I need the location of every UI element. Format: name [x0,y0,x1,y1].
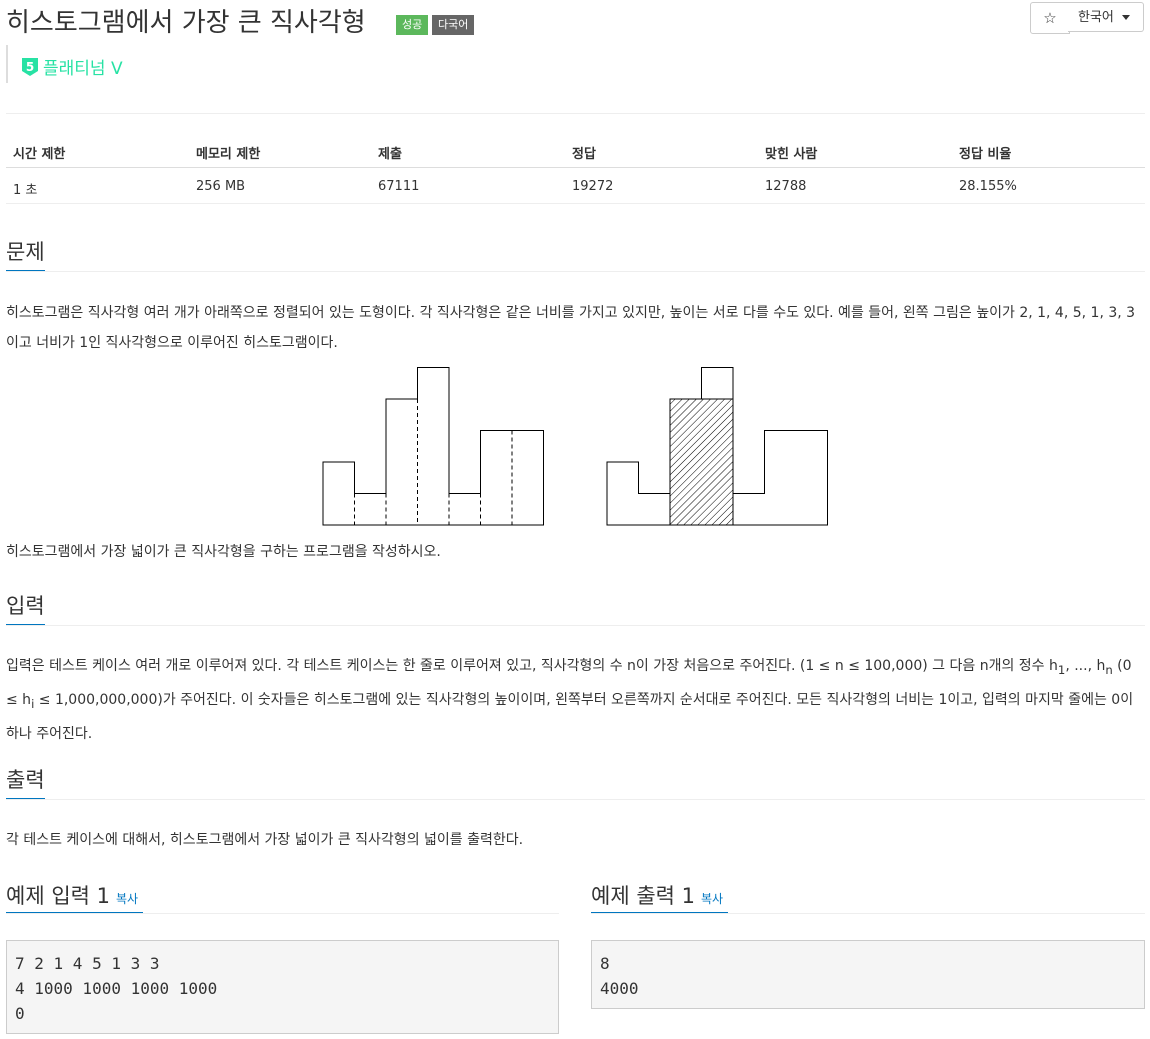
sample-output-title-text: 예제 출력 1 [591,884,695,908]
multilang-badge: 다국어 [432,15,475,35]
input-section-title: 입력 [6,594,45,618]
tier-icon: 5 [22,57,38,76]
tier-number: 5 [26,60,34,74]
largest-rectangle [669,398,734,526]
output-section-title: 출력 [6,768,45,792]
header-solved-users: 맞힌 사람 [765,147,818,162]
value-solved-users: 12788 [765,179,807,194]
star-icon: ☆ [1043,9,1057,27]
problem-task: 히스토그램에서 가장 넓이가 큰 직사각형을 구하는 프로그램을 작성하시오. [6,544,441,560]
value-accepted: 19272 [572,179,614,194]
header-memory-limit: 메모리 제한 [196,147,261,162]
header-accepted: 정답 [572,147,596,162]
value-accuracy: 28.155% [959,179,1017,194]
success-badge: 성공 [396,15,429,35]
tier-label: 플래티넘 V [43,59,123,79]
histogram-left [322,367,544,526]
input-description: 입력은 테스트 케이스 여러 개로 이루어져 있다. 각 테스트 케이스는 한 … [6,651,1145,749]
input-text-a: 입력은 테스트 케이스 여러 개로 이루어져 있다. 각 테스트 케이스는 한 … [6,658,1058,674]
input-divider [6,625,1145,626]
sample-input-divider [6,913,559,914]
value-submissions: 67111 [378,179,420,194]
tier-divider [6,45,8,83]
sample-input-title-text: 예제 입력 1 [6,884,110,908]
problem-section-title: 문제 [6,240,45,264]
table-bottom-divider [6,203,1145,204]
tier-link[interactable]: 5 플래티넘 V [22,54,123,79]
value-memory-limit: 256 MB [196,179,246,194]
sample-output-title: 예제 출력 1 복사 [591,880,723,910]
caret-down-icon [1121,15,1130,20]
input-text-b: , ..., h [1065,658,1106,674]
input-sub-n: n [1105,662,1113,677]
problem-divider [6,271,1145,272]
copy-sample-input-button[interactable]: 복사 [116,892,138,906]
star-button[interactable]: ☆ [1030,2,1070,34]
histogram-outline [322,367,544,526]
sample-output-box[interactable]: 8 4000 [591,940,1145,1009]
table-header-divider [6,167,1145,168]
language-dropdown[interactable]: 한국어 [1068,2,1144,32]
sample-input-box[interactable]: 7 2 1 4 5 1 3 3 4 1000 1000 1000 1000 0 [6,940,559,1034]
sample-input-title: 예제 입력 1 복사 [6,880,138,910]
copy-sample-output-button[interactable]: 복사 [701,892,723,906]
sample-output-divider [591,913,1145,914]
header-accuracy: 정답 비율 [959,147,1012,162]
histogram-right [606,367,828,526]
value-time-limit: 1 초 [13,183,38,198]
problem-description: 히스토그램은 직사각형 여러 개가 아래쪽으로 정렬되어 있는 도형이다. 각 … [6,305,1136,351]
output-divider [6,799,1145,800]
page-title: 히스토그램에서 가장 큰 직사각형 [6,8,366,38]
output-description: 각 테스트 케이스에 대해서, 히스토그램에서 가장 넓이가 큰 직사각형의 넓… [6,832,524,848]
header-time-limit: 시간 제한 [13,147,66,162]
input-text-d: ≤ 1,000,000,000)가 주어진다. 이 숫자들은 히스토그램에 있는… [6,691,1134,742]
language-label: 한국어 [1078,10,1114,25]
divider [6,113,1145,114]
histogram-figure [322,367,828,526]
header-submissions: 제출 [378,147,402,162]
